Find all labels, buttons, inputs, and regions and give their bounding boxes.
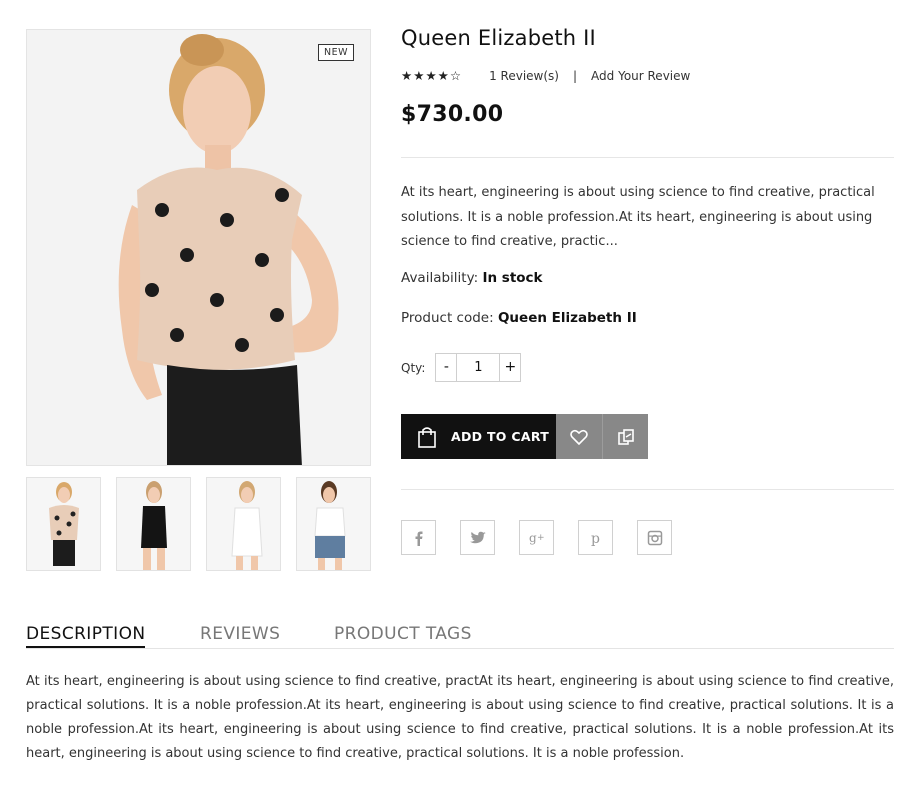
qty-increase-button[interactable]: + [500,354,521,381]
tab-description[interactable]: DESCRIPTION [26,624,146,648]
long-description: At its heart, engineering is about using… [26,674,894,761]
pinterest-share-button[interactable]: p [578,520,613,555]
product-code-value: Queen Elizabeth II [497,310,637,326]
availability: Availability: In stock [401,270,543,286]
product-main-image[interactable]: NEW [26,29,371,466]
svg-text:+: + [537,533,545,543]
qty-input[interactable] [456,354,501,381]
quantity-stepper: - + [435,353,522,382]
thumbnail-strip [26,477,371,571]
facebook-icon [415,531,422,546]
tab-product-tags[interactable]: PRODUCT TAGS [334,624,472,644]
rating-row: ★ ★ ★ ★ ☆ 1 Review(s) | Add Your Review [401,66,690,86]
divider [401,489,894,490]
star-full-icon: ★ [401,67,413,83]
svg-text:g: g [529,531,537,545]
quantity-row: Qty: - + [401,353,522,382]
add-to-cart-button[interactable]: ADD TO CART [401,414,556,459]
product-code-label: Product code: [401,310,494,326]
qty-label: Qty: [401,360,426,375]
compare-icon [617,428,634,445]
svg-text:p: p [591,531,600,546]
add-to-cart-label: ADD TO CART [451,429,550,444]
add-review-link[interactable]: Add Your Review [591,69,690,83]
product-price: $730.00 [401,102,504,127]
availability-label: Availability: [401,270,479,286]
heart-icon [570,429,588,445]
instagram-icon [647,530,662,545]
tab-reviews[interactable]: REVIEWS [200,624,280,644]
star-empty-icon: ☆ [449,67,462,83]
shopping-bag-icon [418,426,436,448]
rating-separator: | [572,69,578,83]
star-full-icon: ★ [437,67,449,83]
wishlist-button[interactable] [556,414,602,459]
divider [401,157,894,158]
product-title: Queen Elizabeth II [401,26,596,50]
thumbnail-3[interactable] [206,477,281,571]
compare-button[interactable] [602,414,648,459]
product-code: Product code: Queen Elizabeth II [401,310,637,326]
facebook-share-button[interactable] [401,520,436,555]
availability-value: In stock [482,270,543,286]
thumbnail-4[interactable] [296,477,371,571]
short-description: At its heart, engineering is about using… [401,185,875,249]
new-badge: NEW [317,44,354,61]
tabs-divider [26,648,894,649]
rating-stars: ★ ★ ★ ★ ☆ [401,67,462,83]
twitter-share-button[interactable] [460,520,495,555]
twitter-icon [469,531,486,543]
star-full-icon: ★ [413,67,425,83]
star-full-icon: ★ [425,67,437,83]
google-plus-icon: g + [529,531,545,545]
qty-decrease-button[interactable]: - [436,354,457,381]
thumbnail-1[interactable] [26,477,101,571]
instagram-share-button[interactable] [637,520,672,555]
google-plus-share-button[interactable]: g + [519,520,554,555]
pinterest-icon: p [591,531,600,546]
thumbnail-2[interactable] [116,477,191,571]
reviews-count-link[interactable]: 1 Review(s) [489,69,559,83]
